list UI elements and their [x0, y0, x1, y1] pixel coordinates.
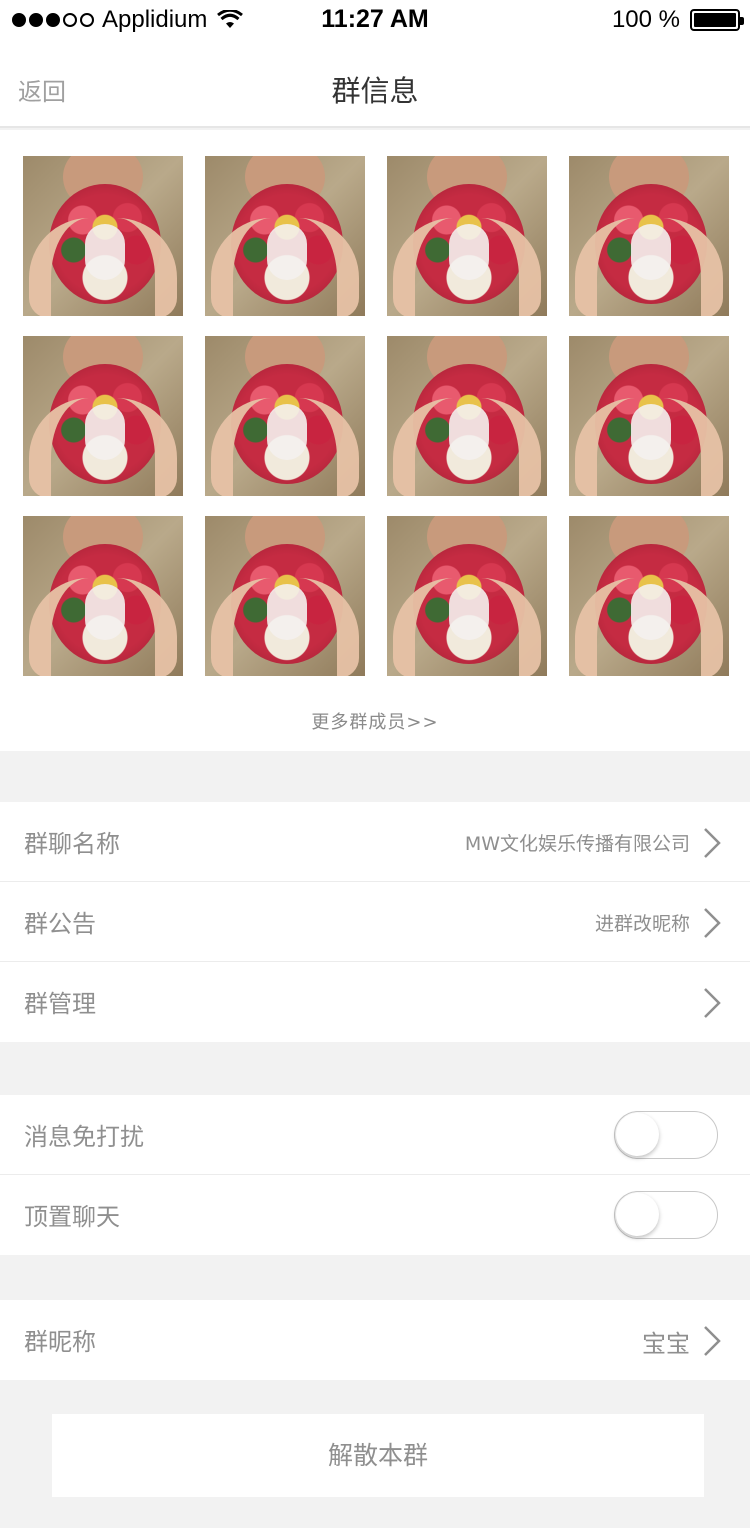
- pin-chat-label: 顶置聊天: [24, 1203, 120, 1231]
- member-avatar[interactable]: [23, 516, 183, 676]
- group-nickname-value: 宝宝: [642, 1330, 690, 1358]
- member-avatar[interactable]: [205, 336, 365, 496]
- group-notice-value: 进群改昵称: [594, 913, 690, 935]
- navigation-bar: 返回 群信息: [0, 42, 750, 128]
- more-members-link[interactable]: 更多群成员>>: [0, 708, 750, 734]
- member-avatar[interactable]: [387, 516, 547, 676]
- pin-chat-row: 顶置聊天: [0, 1175, 750, 1255]
- group-name-value: MW文化娱乐传播有限公司: [464, 833, 690, 855]
- member-avatar[interactable]: [569, 156, 729, 316]
- member-avatar[interactable]: [387, 156, 547, 316]
- group-name-row[interactable]: 群聊名称 MW文化娱乐传播有限公司: [0, 802, 750, 882]
- chat-settings-list: 消息免打扰 顶置聊天: [0, 1095, 750, 1255]
- member-avatar[interactable]: [569, 516, 729, 676]
- group-info-list: 群聊名称 MW文化娱乐传播有限公司 群公告 进群改昵称 群管理: [0, 802, 750, 1042]
- mute-label: 消息免打扰: [24, 1123, 144, 1151]
- member-avatar[interactable]: [569, 336, 729, 496]
- mute-toggle[interactable]: [614, 1111, 718, 1159]
- member-avatar[interactable]: [23, 156, 183, 316]
- nickname-list: 群昵称 宝宝: [0, 1300, 750, 1380]
- pin-chat-toggle[interactable]: [614, 1191, 718, 1239]
- toggle-knob: [616, 1113, 659, 1156]
- group-notice-label: 群公告: [24, 910, 96, 938]
- member-avatar[interactable]: [205, 516, 365, 676]
- member-avatar-grid: [23, 156, 729, 676]
- chevron-right-icon: [704, 908, 721, 938]
- member-avatar[interactable]: [205, 156, 365, 316]
- page-title: 群信息: [331, 74, 419, 108]
- battery-icon: [690, 9, 744, 31]
- chevron-right-icon: [704, 828, 721, 858]
- group-nickname-label: 群昵称: [24, 1328, 96, 1356]
- group-nickname-row[interactable]: 群昵称 宝宝: [0, 1300, 750, 1380]
- toggle-knob: [616, 1193, 659, 1236]
- chevron-right-icon: [704, 988, 721, 1018]
- status-bar: Applidium 11:27 AM 100 %: [0, 0, 750, 42]
- group-manage-label: 群管理: [24, 990, 96, 1018]
- member-avatar[interactable]: [387, 336, 547, 496]
- group-manage-row[interactable]: 群管理: [0, 962, 750, 1042]
- chevron-right-icon: [704, 1326, 721, 1356]
- group-notice-row[interactable]: 群公告 进群改昵称: [0, 882, 750, 962]
- group-members-section: 更多群成员>>: [0, 130, 750, 751]
- group-name-label: 群聊名称: [24, 830, 120, 858]
- battery-info: 100 %: [611, 6, 744, 34]
- dissolve-group-button[interactable]: 解散本群: [52, 1414, 704, 1497]
- battery-percentage: 100 %: [611, 6, 680, 33]
- mute-row: 消息免打扰: [0, 1095, 750, 1175]
- member-avatar[interactable]: [23, 336, 183, 496]
